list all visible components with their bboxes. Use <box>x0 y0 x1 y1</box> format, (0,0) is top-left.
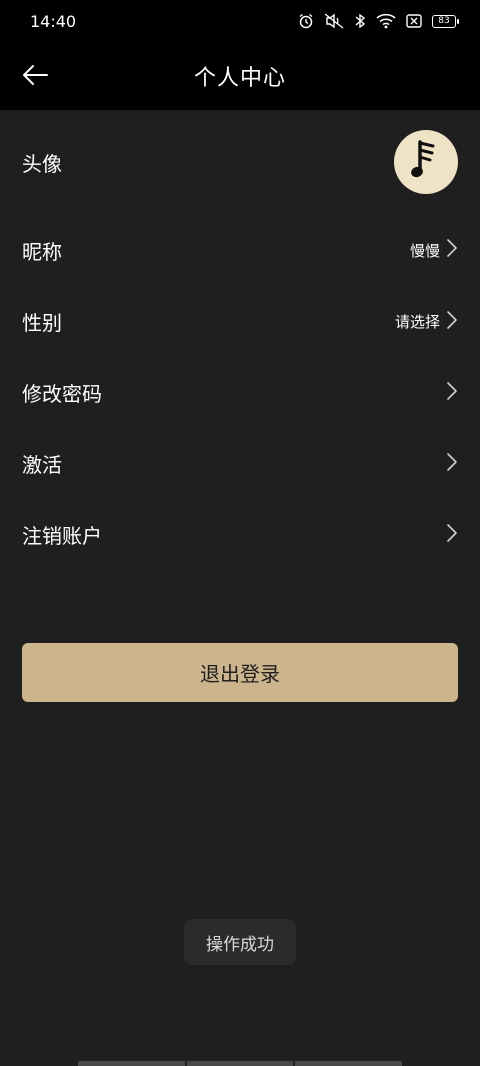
toast-message: 操作成功 <box>184 919 296 965</box>
chevron-right-icon <box>446 310 458 334</box>
chevron-right-icon <box>446 238 458 262</box>
nickname-value: 慢慢 <box>409 241 440 260</box>
back-button[interactable] <box>16 58 54 96</box>
row-avatar-label: 头像 <box>22 151 62 176</box>
header: 个人中心 <box>0 42 480 110</box>
sim-icon <box>406 14 422 28</box>
avatar[interactable] <box>394 130 458 194</box>
chevron-right-icon <box>446 381 458 405</box>
row-avatar[interactable]: 头像 <box>0 110 480 214</box>
page-title: 个人中心 <box>193 66 286 91</box>
home-indicator-segment <box>186 1061 294 1066</box>
row-delete-account[interactable]: 注销账户 <box>0 499 480 570</box>
gender-value: 请选择 <box>394 313 440 331</box>
mute-icon <box>324 13 344 29</box>
home-indicator-segment <box>78 1061 185 1066</box>
logout-button[interactable]: 退出登录 <box>22 643 458 702</box>
row-gender-right: 请选择 <box>395 310 458 334</box>
status-bar: 14:40 83 <box>0 0 480 42</box>
row-gender[interactable]: 性别 请选择 <box>0 286 480 357</box>
bluetooth-icon <box>354 13 366 29</box>
row-gender-label: 性别 <box>22 311 62 335</box>
row-change-password-label: 修改密码 <box>22 382 102 406</box>
row-activate-label: 激活 <box>22 453 62 477</box>
row-change-password[interactable]: 修改密码 <box>0 357 480 428</box>
music-note-icon <box>409 138 443 186</box>
status-icons: 83 <box>298 13 459 29</box>
row-nickname-label: 昵称 <box>22 239 62 264</box>
row-activate[interactable]: 激活 <box>0 428 480 499</box>
row-nickname-right: 慢慢 <box>410 238 458 262</box>
alarm-icon <box>298 13 314 29</box>
arrow-left-icon <box>21 64 49 90</box>
battery-icon: 83 <box>432 14 459 28</box>
chevron-right-icon <box>446 452 458 476</box>
chevron-right-icon <box>446 523 458 547</box>
wifi-icon <box>376 13 396 29</box>
profile-list: 头像 昵称 慢慢 性别 请选择 修改密码 激活 注销账户 <box>0 110 480 570</box>
status-time: 14:40 <box>30 11 77 31</box>
row-nickname[interactable]: 昵称 慢慢 <box>0 214 480 286</box>
home-indicator-segment <box>295 1061 403 1066</box>
home-indicator <box>78 1061 403 1066</box>
row-delete-account-label: 注销账户 <box>22 524 102 548</box>
